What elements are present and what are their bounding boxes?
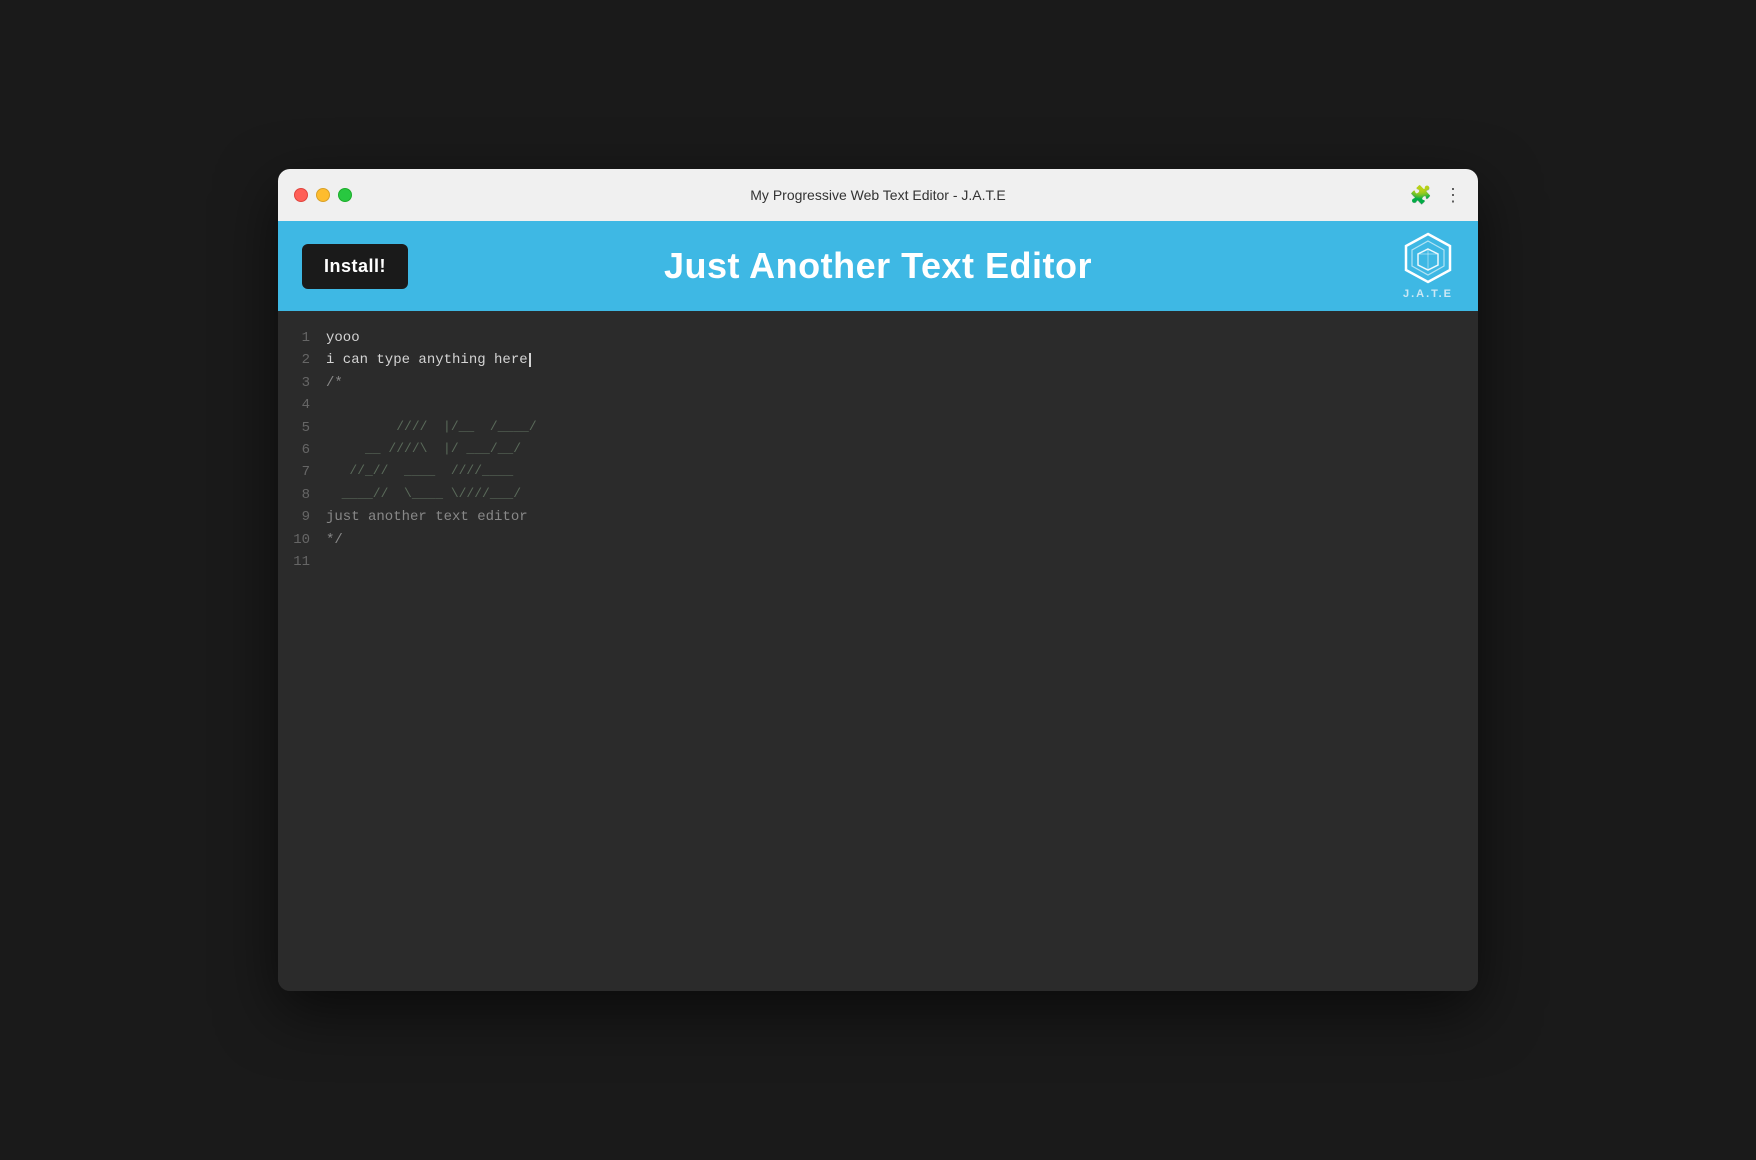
line-number: 2	[278, 349, 326, 371]
line-content	[326, 551, 334, 573]
line-content: */	[326, 529, 343, 551]
line-content: //_// ____ ////____	[326, 461, 513, 482]
close-button[interactable]	[294, 188, 308, 202]
browser-window: My Progressive Web Text Editor - J.A.T.E…	[278, 169, 1478, 991]
code-line: 1 yooo	[278, 327, 1478, 349]
line-content: i can type anything here	[326, 349, 531, 371]
line-number: 4	[278, 394, 326, 416]
code-line: 11	[278, 551, 1478, 573]
editor-area[interactable]: 1 yooo 2 i can type anything here 3 /* 4…	[278, 311, 1478, 991]
line-content: __ ////\ |/ ___/__/	[326, 439, 521, 460]
install-button[interactable]: Install!	[302, 244, 408, 289]
line-number: 11	[278, 551, 326, 573]
minimize-button[interactable]	[316, 188, 330, 202]
line-number: 3	[278, 372, 326, 394]
title-bar-icons: 🧩 ⋮	[1410, 185, 1462, 206]
extensions-icon[interactable]: 🧩	[1410, 185, 1432, 206]
line-number: 6	[278, 439, 326, 461]
code-line: 10 */	[278, 529, 1478, 551]
code-line: 2 i can type anything here	[278, 349, 1478, 371]
line-content: just another text editor	[326, 506, 528, 528]
app-header: Install! Just Another Text Editor J.A.T.…	[278, 221, 1478, 311]
traffic-lights	[294, 188, 352, 202]
code-line: 4	[278, 394, 1478, 416]
line-number: 7	[278, 461, 326, 483]
code-line: 5 //// |/__ /____/	[278, 417, 1478, 439]
line-content: /*	[326, 372, 343, 394]
line-number: 5	[278, 417, 326, 439]
code-line: 8 ____// \____ \////___/	[278, 484, 1478, 506]
line-number: 9	[278, 506, 326, 528]
window-title: My Progressive Web Text Editor - J.A.T.E	[750, 187, 1005, 203]
line-content: ____// \____ \////___/	[326, 484, 521, 505]
jate-hexagon-icon	[1402, 232, 1454, 284]
code-line: 6 __ ////\ |/ ___/__/	[278, 439, 1478, 461]
menu-icon[interactable]: ⋮	[1444, 185, 1462, 206]
line-number: 1	[278, 327, 326, 349]
code-line: 7 //_// ____ ////____	[278, 461, 1478, 483]
line-content: //// |/__ /____/	[326, 417, 537, 438]
line-content	[326, 394, 334, 416]
line-number: 10	[278, 529, 326, 551]
code-line: 9 just another text editor	[278, 506, 1478, 528]
code-line: 3 /*	[278, 372, 1478, 394]
jate-label: J.A.T.E	[1403, 288, 1453, 300]
jate-logo: J.A.T.E	[1402, 232, 1454, 300]
line-content: yooo	[326, 327, 360, 349]
title-bar: My Progressive Web Text Editor - J.A.T.E…	[278, 169, 1478, 221]
line-number: 8	[278, 484, 326, 506]
app-title: Just Another Text Editor	[664, 245, 1092, 287]
maximize-button[interactable]	[338, 188, 352, 202]
